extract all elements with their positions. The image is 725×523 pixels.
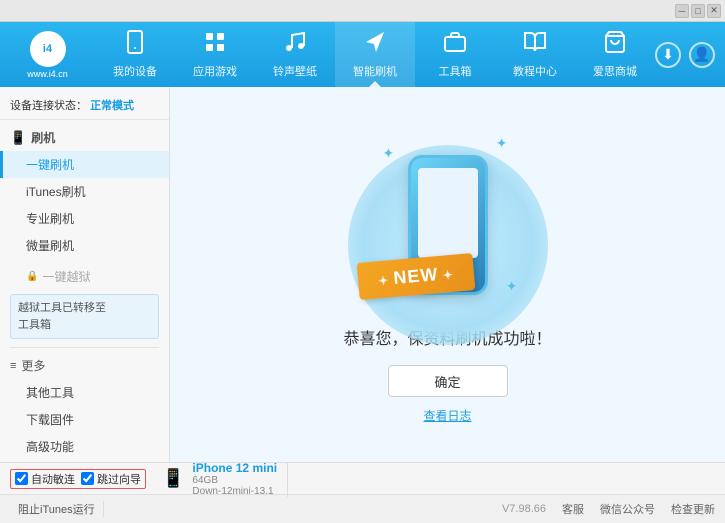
nav-item-toolbox[interactable]: 工具箱 bbox=[415, 22, 495, 87]
sidebar-item-other-tools[interactable]: 其他工具 bbox=[0, 379, 169, 406]
sparkle-2: ✦ bbox=[496, 135, 508, 152]
auto-connect-input[interactable] bbox=[15, 472, 28, 485]
more-icon: ≡ bbox=[10, 360, 16, 372]
confirm-button[interactable]: 确定 bbox=[388, 365, 508, 397]
itunes-status: 阻止iTunes运行 bbox=[10, 501, 104, 517]
maximize-button[interactable]: □ bbox=[691, 4, 705, 18]
bottom-right: V7.98.66 客服 微信公众号 检查更新 bbox=[502, 501, 715, 517]
nav-label-tutorials: 教程中心 bbox=[513, 63, 557, 79]
via-wizard-checkbox[interactable]: 跳过向导 bbox=[81, 471, 141, 487]
sidebar-item-one-key-flash[interactable]: 一键刷机 bbox=[0, 151, 169, 178]
apps-games-icon bbox=[203, 30, 227, 60]
sidebar-section-flash-header: 📱 刷机 bbox=[0, 124, 169, 151]
sidebar-item-itunes-flash[interactable]: iTunes刷机 bbox=[0, 178, 169, 205]
auto-connect-checkbox[interactable]: 自动敏连 bbox=[15, 471, 75, 487]
toolbox-icon bbox=[443, 30, 467, 60]
status-value: 正常模式 bbox=[90, 100, 134, 112]
device-system: Down-12mini-13.1 bbox=[192, 486, 277, 497]
device-storage: 64GB bbox=[192, 475, 277, 486]
back-link[interactable]: 查看日志 bbox=[423, 407, 471, 424]
minimize-button[interactable]: ─ bbox=[675, 4, 689, 18]
phone-illustration: ✦ ✦ ✦ NEW bbox=[368, 125, 528, 325]
sidebar-divider bbox=[10, 347, 159, 348]
device-name: iPhone 12 mini bbox=[192, 461, 277, 475]
sidebar-item-jailbreak: 🔒 一键越狱 bbox=[0, 263, 169, 290]
ringtones-icon bbox=[283, 30, 307, 60]
download-icon[interactable]: ⬇ bbox=[655, 42, 681, 68]
via-wizard-label: 跳过向导 bbox=[97, 471, 141, 487]
nav-label-apps-games: 应用游戏 bbox=[193, 63, 237, 79]
bottom-bottom-row: 阻止iTunes运行 V7.98.66 客服 微信公众号 检查更新 bbox=[0, 495, 725, 523]
content-area: 设备连接状态： 正常模式 📱 刷机 一键刷机 iTunes刷机 专业刷机 微量刷… bbox=[0, 87, 725, 462]
jailbreak-label: 一键越狱 bbox=[42, 268, 90, 285]
nav-label-toolbox: 工具箱 bbox=[439, 63, 472, 79]
tutorials-icon bbox=[523, 30, 547, 60]
version-text: V7.98.66 bbox=[502, 503, 546, 515]
nav-label-ringtones: 铃声壁纸 bbox=[273, 63, 317, 79]
bottom-top-row: 自动敏连 跳过向导 📱 iPhone 12 mini 64GB Down-12m… bbox=[0, 463, 725, 495]
sidebar: 设备连接状态： 正常模式 📱 刷机 一键刷机 iTunes刷机 专业刷机 微量刷… bbox=[0, 87, 170, 462]
lock-icon: 🔒 bbox=[26, 271, 38, 282]
logo-text: www.i4.cn bbox=[27, 69, 68, 79]
nav-item-tutorials[interactable]: 教程中心 bbox=[495, 22, 575, 87]
device-sub: 64GB Down-12mini-13.1 bbox=[192, 475, 277, 497]
phone-illustration-wrapper: ✦ ✦ ✦ NEW bbox=[368, 125, 528, 325]
sidebar-item-advanced[interactable]: 高级功能 bbox=[0, 433, 169, 460]
wechat-link[interactable]: 微信公众号 bbox=[600, 501, 655, 517]
sidebar-more-header: ≡ 更多 bbox=[0, 352, 169, 379]
sidebar-info-box: 越狱工具已转移至 工具箱 bbox=[10, 294, 159, 339]
app-container: i4 www.i4.cn 我的设备 应用游戏 铃声 bbox=[0, 22, 725, 523]
logo-icon: i4 bbox=[30, 31, 66, 67]
check-update-link[interactable]: 检查更新 bbox=[671, 501, 715, 517]
close-button[interactable]: ✕ bbox=[707, 4, 721, 18]
nav-item-apps-games[interactable]: 应用游戏 bbox=[175, 22, 255, 87]
device-section: 📱 iPhone 12 mini 64GB Down-12mini-13.1 bbox=[162, 461, 288, 497]
sidebar-item-download-firmware[interactable]: 下载固件 bbox=[0, 406, 169, 433]
smart-flash-icon bbox=[363, 30, 387, 60]
top-nav: i4 www.i4.cn 我的设备 应用游戏 铃声 bbox=[0, 22, 725, 87]
phone-screen bbox=[418, 168, 478, 258]
nav-label-shop: 爱思商城 bbox=[593, 63, 637, 79]
nav-label-my-device: 我的设备 bbox=[113, 63, 157, 79]
nav-label-smart-flash: 智能刷机 bbox=[353, 63, 397, 79]
sidebar-item-dual-flash[interactable]: 微量刷机 bbox=[0, 232, 169, 259]
nav-items: 我的设备 应用游戏 铃声壁纸 智能刷机 bbox=[95, 22, 655, 87]
sidebar-flash-label: 刷机 bbox=[31, 129, 55, 146]
sparkle-1: ✦ bbox=[383, 145, 395, 162]
sidebar-item-pro-flash[interactable]: 专业刷机 bbox=[0, 205, 169, 232]
status-bar: 设备连接状态： 正常模式 bbox=[0, 93, 169, 120]
flash-header-icon: 📱 bbox=[10, 130, 26, 146]
nav-item-smart-flash[interactable]: 智能刷机 bbox=[335, 22, 415, 87]
account-icon[interactable]: 👤 bbox=[689, 42, 715, 68]
nav-item-ringtones[interactable]: 铃声壁纸 bbox=[255, 22, 335, 87]
main-panel: ✦ ✦ ✦ NEW 恭喜您，保资料刷机成功啦！ 确定 查看日志 bbox=[170, 87, 725, 462]
device-phone-icon: 📱 bbox=[162, 468, 184, 489]
nav-item-my-device[interactable]: 我的设备 bbox=[95, 22, 175, 87]
my-device-icon bbox=[123, 30, 147, 60]
shop-icon bbox=[603, 30, 627, 60]
more-label: 更多 bbox=[21, 357, 45, 374]
sidebar-section-flash: 📱 刷机 一键刷机 iTunes刷机 专业刷机 微量刷机 bbox=[0, 120, 169, 263]
bottom-area: 自动敏连 跳过向导 📱 iPhone 12 mini 64GB Down-12m… bbox=[0, 462, 725, 523]
titlebar: ─ □ ✕ bbox=[0, 0, 725, 22]
sparkle-3: ✦ bbox=[506, 278, 518, 295]
nav-item-shop[interactable]: 爱思商城 bbox=[575, 22, 655, 87]
auto-connect-label: 自动敏连 bbox=[31, 471, 75, 487]
nav-right: ⬇ 👤 bbox=[655, 42, 725, 68]
checkbox-group: 自动敏连 跳过向导 bbox=[10, 469, 146, 489]
support-link[interactable]: 客服 bbox=[562, 501, 584, 517]
device-info: iPhone 12 mini 64GB Down-12mini-13.1 bbox=[192, 461, 277, 497]
logo-area[interactable]: i4 www.i4.cn bbox=[0, 25, 95, 85]
via-wizard-input[interactable] bbox=[81, 472, 94, 485]
status-label: 设备连接状态： bbox=[10, 100, 87, 112]
